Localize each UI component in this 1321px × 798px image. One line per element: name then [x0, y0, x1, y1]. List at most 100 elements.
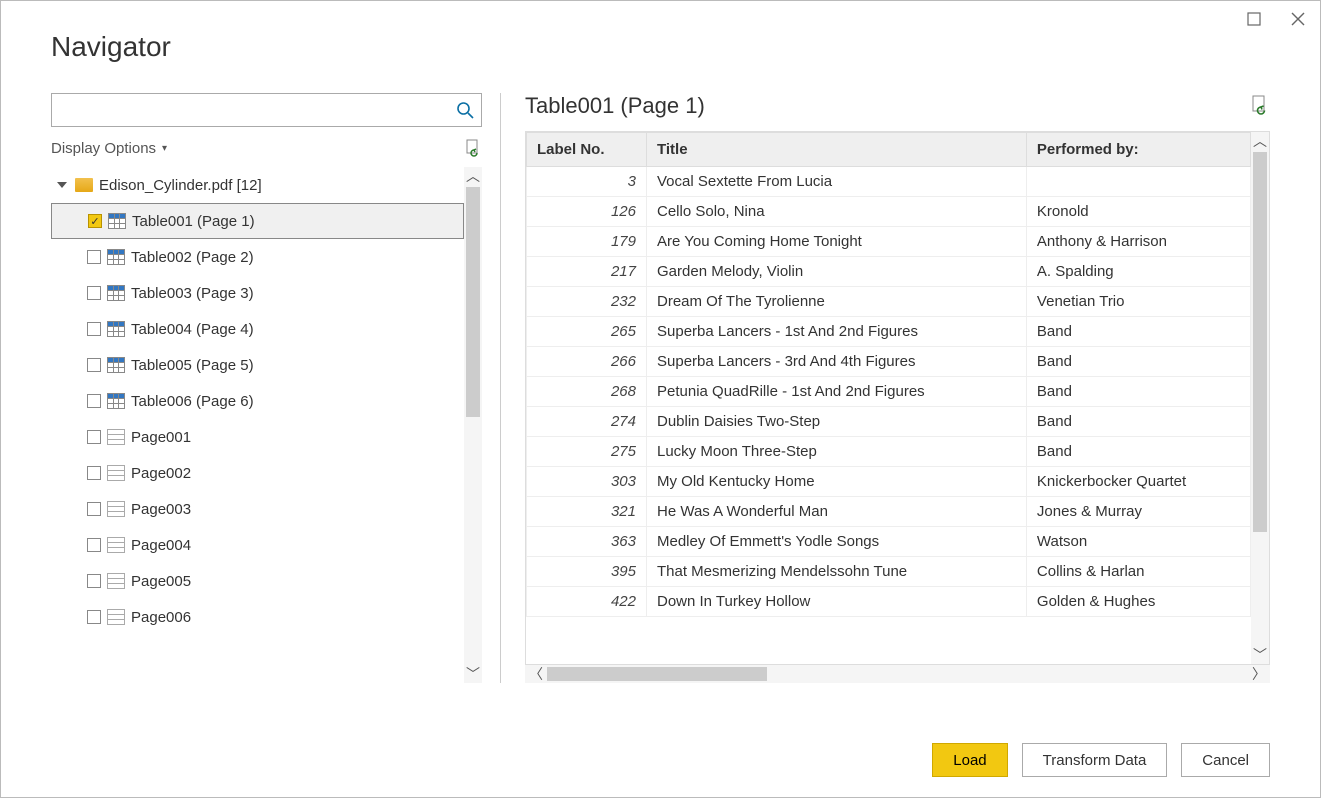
- tree-item[interactable]: Table006 (Page 6): [51, 383, 464, 419]
- left-panel: Display Options ▾ Edison_Cylinder.pdf [1…: [51, 93, 501, 683]
- cell-label-no: 275: [527, 437, 647, 467]
- tree-item[interactable]: Table003 (Page 3): [51, 275, 464, 311]
- cell-label-no: 265: [527, 317, 647, 347]
- tree-item-label: Table004 (Page 4): [131, 321, 254, 338]
- close-icon[interactable]: [1288, 9, 1308, 29]
- cell-performed-by: Band: [1026, 437, 1250, 467]
- cell-performed-by: Anthony & Harrison: [1026, 227, 1250, 257]
- checkbox[interactable]: [87, 430, 101, 444]
- titlebar-controls: [1244, 9, 1308, 29]
- scroll-thumb[interactable]: [466, 187, 480, 417]
- scroll-up-icon[interactable]: ︿: [1253, 134, 1267, 148]
- cell-title: Dream Of The Tyrolienne: [647, 287, 1027, 317]
- table-icon: [107, 393, 125, 409]
- column-header[interactable]: Title: [647, 133, 1027, 167]
- scroll-thumb[interactable]: [1253, 152, 1267, 532]
- table-row[interactable]: 232Dream Of The TyrolienneVenetian Trio: [527, 287, 1251, 317]
- navigator-dialog: Navigator Display Options ▾: [0, 0, 1321, 798]
- tree-vertical-scrollbar[interactable]: ︿ ﹀: [464, 167, 482, 683]
- column-header[interactable]: Performed by:: [1026, 133, 1250, 167]
- checkbox[interactable]: [87, 286, 101, 300]
- tree-item-label: Table005 (Page 5): [131, 357, 254, 374]
- tree-item[interactable]: Page002: [51, 455, 464, 491]
- checkbox[interactable]: [87, 250, 101, 264]
- expander-icon[interactable]: [57, 182, 67, 188]
- table-row[interactable]: 217Garden Melody, ViolinA. Spalding: [527, 257, 1251, 287]
- cell-title: My Old Kentucky Home: [647, 467, 1027, 497]
- tree-item[interactable]: Table004 (Page 4): [51, 311, 464, 347]
- tree-item[interactable]: Page004: [51, 527, 464, 563]
- table-icon: [108, 213, 126, 229]
- preview-horizontal-scrollbar[interactable]: 〈 〉: [525, 665, 1270, 683]
- table-row[interactable]: 179Are You Coming Home TonightAnthony & …: [527, 227, 1251, 257]
- refresh-icon[interactable]: [464, 139, 482, 157]
- table-row[interactable]: 303My Old Kentucky HomeKnickerbocker Qua…: [527, 467, 1251, 497]
- tree-item[interactable]: ✓Table001 (Page 1): [51, 203, 464, 239]
- checkbox[interactable]: [87, 538, 101, 552]
- cell-title: Vocal Sextette From Lucia: [647, 167, 1027, 197]
- tree-root[interactable]: Edison_Cylinder.pdf [12]: [51, 167, 464, 203]
- search-input[interactable]: [51, 93, 482, 127]
- scroll-thumb[interactable]: [547, 667, 767, 681]
- checkbox[interactable]: [87, 574, 101, 588]
- checkbox[interactable]: [87, 502, 101, 516]
- cell-performed-by: Band: [1026, 317, 1250, 347]
- checkbox[interactable]: ✓: [88, 214, 102, 228]
- table-row[interactable]: 422Down In Turkey HollowGolden & Hughes: [527, 587, 1251, 617]
- table-icon: [107, 249, 125, 265]
- tree-item[interactable]: Table005 (Page 5): [51, 347, 464, 383]
- table-row[interactable]: 3Vocal Sextette From Lucia: [527, 167, 1251, 197]
- table-row[interactable]: 363Medley Of Emmett's Yodle SongsWatson: [527, 527, 1251, 557]
- tree-item-label: Page005: [131, 573, 191, 590]
- table-row[interactable]: 274Dublin Daisies Two-StepBand: [527, 407, 1251, 437]
- display-options-dropdown[interactable]: Display Options ▾: [51, 140, 167, 157]
- load-button[interactable]: Load: [932, 743, 1007, 777]
- cell-performed-by: Band: [1026, 407, 1250, 437]
- tree-item[interactable]: Page006: [51, 599, 464, 635]
- cell-performed-by: Band: [1026, 377, 1250, 407]
- table-icon: [107, 357, 125, 373]
- cancel-button[interactable]: Cancel: [1181, 743, 1270, 777]
- column-header[interactable]: Label No.: [527, 133, 647, 167]
- scroll-up-icon[interactable]: ︿: [466, 169, 480, 183]
- table-row[interactable]: 266Superba Lancers - 3rd And 4th Figures…: [527, 347, 1251, 377]
- tree-item-label: Table002 (Page 2): [131, 249, 254, 266]
- cell-title: Dublin Daisies Two-Step: [647, 407, 1027, 437]
- transform-data-button[interactable]: Transform Data: [1022, 743, 1168, 777]
- table-row[interactable]: 275Lucky Moon Three-StepBand: [527, 437, 1251, 467]
- page-icon: [107, 465, 125, 481]
- cell-label-no: 395: [527, 557, 647, 587]
- tree-item[interactable]: Page003: [51, 491, 464, 527]
- tree-item[interactable]: Table002 (Page 2): [51, 239, 464, 275]
- table-row[interactable]: 268Petunia QuadRille - 1st And 2nd Figur…: [527, 377, 1251, 407]
- search-icon[interactable]: [456, 101, 474, 119]
- table-icon: [107, 285, 125, 301]
- tree-item-label: Page002: [131, 465, 191, 482]
- maximize-icon[interactable]: [1244, 9, 1264, 29]
- checkbox[interactable]: [87, 610, 101, 624]
- tree-item[interactable]: Page001: [51, 419, 464, 455]
- cell-label-no: 126: [527, 197, 647, 227]
- cell-title: Medley Of Emmett's Yodle Songs: [647, 527, 1027, 557]
- table-row[interactable]: 321He Was A Wonderful ManJones & Murray: [527, 497, 1251, 527]
- scroll-right-icon[interactable]: 〉: [1252, 664, 1266, 684]
- table-row[interactable]: 126Cello Solo, NinaKronold: [527, 197, 1251, 227]
- cell-title: He Was A Wonderful Man: [647, 497, 1027, 527]
- scroll-down-icon[interactable]: ﹀: [466, 667, 480, 681]
- checkbox[interactable]: [87, 322, 101, 336]
- tree-item[interactable]: Page005: [51, 563, 464, 599]
- chevron-down-icon: ▾: [162, 143, 167, 154]
- checkbox[interactable]: [87, 394, 101, 408]
- scroll-left-icon[interactable]: 〈: [529, 664, 543, 684]
- preview-vertical-scrollbar[interactable]: ︿ ﹀: [1251, 132, 1269, 664]
- table-row[interactable]: 395That Mesmerizing Mendelssohn TuneColl…: [527, 557, 1251, 587]
- cell-performed-by: A. Spalding: [1026, 257, 1250, 287]
- table-row[interactable]: 265Superba Lancers - 1st And 2nd Figures…: [527, 317, 1251, 347]
- folder-icon: [75, 178, 93, 192]
- scroll-down-icon[interactable]: ﹀: [1253, 648, 1267, 662]
- refresh-preview-icon[interactable]: [1250, 95, 1270, 118]
- checkbox[interactable]: [87, 466, 101, 480]
- cell-title: Superba Lancers - 3rd And 4th Figures: [647, 347, 1027, 377]
- preview-table: Label No.TitlePerformed by: 3Vocal Sexte…: [526, 132, 1251, 617]
- checkbox[interactable]: [87, 358, 101, 372]
